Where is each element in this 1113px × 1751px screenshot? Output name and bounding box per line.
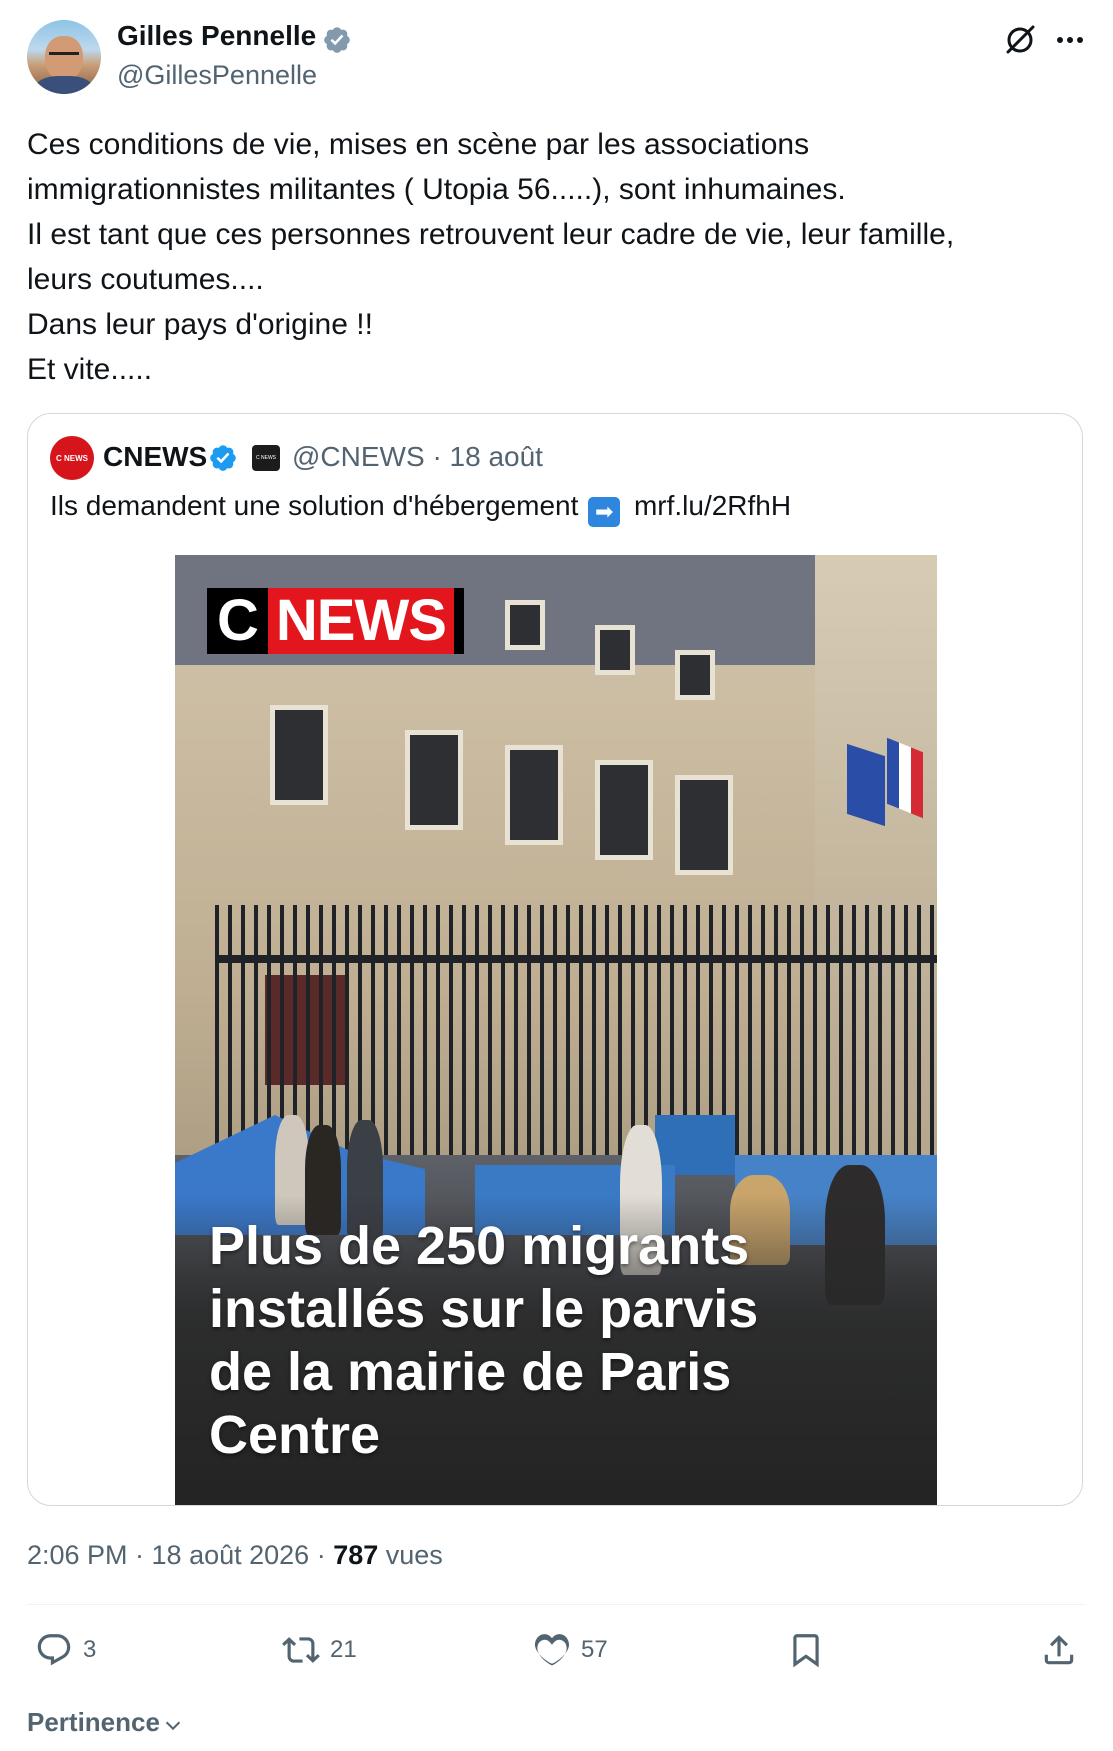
caption-line: Plus de 250 migrants (209, 1216, 750, 1276)
quoted-video-thumbnail[interactable]: C NEWS Plus de 250 migrants installés su… (175, 555, 937, 1505)
heart-icon (534, 1634, 570, 1666)
tweet-timestamp-views: 2:06 PM · 18 août 2026 · 787 vues (27, 1540, 443, 1571)
tweet-line: Ces conditions de vie, mises en scène pa… (27, 128, 810, 161)
author-avatar[interactable] (27, 20, 101, 94)
like-count: 57 (581, 1636, 608, 1663)
views-label: vues (378, 1540, 443, 1570)
tweet-line: Il est tant que ces personnes retrouvent… (27, 218, 955, 251)
cnews-logo: C NEWS (207, 588, 464, 654)
sort-label: Pertinence (27, 1707, 160, 1737)
media-window (405, 730, 463, 830)
like-button[interactable]: 57 (533, 1628, 608, 1672)
tweet-line: immigrationnistes militantes ( Utopia 56… (27, 173, 846, 206)
divider (27, 1604, 1085, 1605)
caption-line: de la mairie de Paris (209, 1342, 732, 1402)
repost-count: 21 (330, 1636, 357, 1663)
tweet-line: leurs coutumes.... (27, 263, 264, 296)
repost-icon (282, 1637, 320, 1663)
quoted-handle-date: @CNEWS · 18 août (292, 441, 543, 473)
caption-line: Centre (209, 1405, 381, 1465)
media-window (675, 775, 733, 875)
replies-sort-dropdown[interactable]: Pertinence (27, 1707, 184, 1738)
media-fence-rail (215, 955, 937, 963)
media-window (505, 745, 563, 845)
quoted-display-name[interactable]: CNEWS (103, 441, 207, 473)
share-button[interactable] (1040, 1628, 1078, 1672)
quoted-text: Ils demandent une solution d'hébergement… (50, 490, 791, 527)
video-caption: Plus de 250 migrants installés sur le pa… (209, 1215, 929, 1467)
quoted-date: · 18 août (432, 441, 543, 472)
bookmark-button[interactable] (787, 1628, 825, 1672)
media-window (675, 650, 715, 700)
reply-count: 3 (83, 1636, 97, 1663)
more-options-icon[interactable] (1052, 22, 1088, 58)
tweet-timestamp[interactable]: 2:06 PM · 18 août 2026 · (27, 1540, 333, 1570)
repost-button[interactable]: 21 (282, 1628, 357, 1672)
author-handle[interactable]: @GillesPennelle (117, 60, 317, 91)
avatar-shirt (35, 76, 93, 94)
media-window (595, 625, 635, 675)
logo-news: NEWS (267, 588, 454, 654)
tweet-page: Gilles Pennelle @GillesPennelle Ces cond… (0, 0, 1113, 1751)
reply-icon (37, 1634, 71, 1666)
quoted-tweet-card[interactable]: C NEWS CNEWS C NEWS @CNEWS · 18 août Ils… (27, 413, 1083, 1506)
cnews-avatar[interactable]: C NEWS (50, 436, 94, 480)
quoted-handle[interactable]: @CNEWS (292, 441, 425, 472)
media-eu-flag (847, 743, 885, 827)
share-icon (1044, 1635, 1074, 1665)
caption-line: installés sur le parvis (209, 1279, 759, 1339)
affiliate-badge-icon: C NEWS (252, 445, 280, 471)
quoted-link[interactable]: mrf.lu/2RfhH (634, 490, 791, 521)
quoted-text-body: Ils demandent une solution d'hébergement (50, 490, 579, 521)
views-count: 787 (333, 1540, 379, 1570)
logo-c: C (217, 588, 259, 653)
chevron-down-icon (165, 1721, 181, 1730)
tweet-line: Et vite..... (27, 353, 153, 386)
reply-button[interactable]: 3 (35, 1628, 96, 1672)
tweet-text: Ces conditions de vie, mises en scène pa… (27, 122, 1087, 392)
avatar-glasses (49, 52, 79, 61)
verified-badge-icon (324, 27, 350, 53)
media-window (270, 705, 328, 805)
grok-icon[interactable] (1002, 22, 1038, 58)
media-window (595, 760, 653, 860)
right-arrow-emoji-icon: ➡ (588, 497, 621, 527)
tweet-line: Dans leur pays d'origine !! (27, 308, 373, 341)
author-display-name[interactable]: Gilles Pennelle (117, 20, 316, 52)
media-window (505, 600, 545, 650)
verified-badge-icon (210, 445, 236, 471)
bookmark-icon (793, 1634, 819, 1668)
media-french-flag (887, 737, 923, 819)
